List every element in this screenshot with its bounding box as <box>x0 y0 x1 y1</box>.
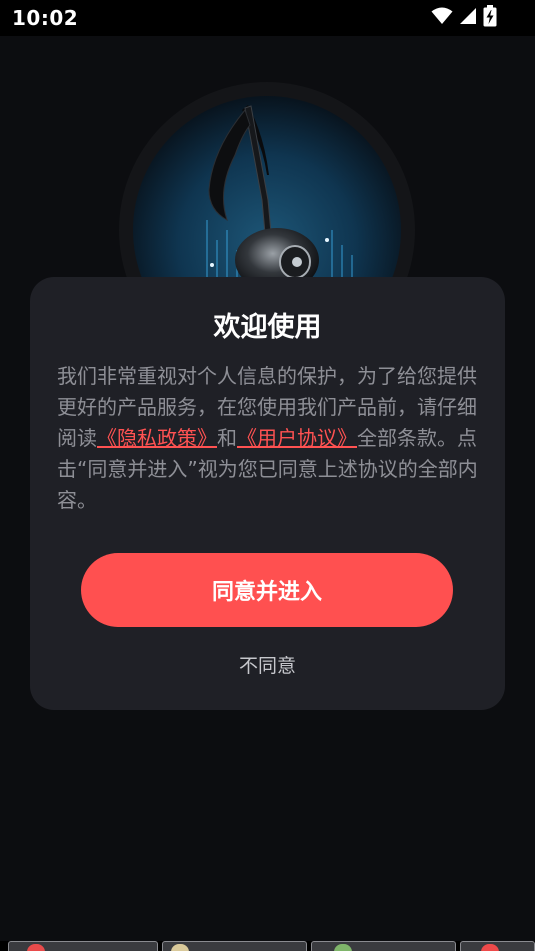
status-icons <box>431 5 497 31</box>
recent-app-thumbnail[interactable] <box>162 941 307 951</box>
app-icon <box>27 944 45 951</box>
disagree-button[interactable]: 不同意 <box>30 651 505 678</box>
recent-app-thumbnail[interactable] <box>460 941 535 951</box>
app-icon <box>334 944 352 951</box>
recent-apps-strip <box>0 941 535 951</box>
dialog-title: 欢迎使用 <box>213 312 322 343</box>
recent-app-thumbnail[interactable] <box>8 941 158 951</box>
app-icon <box>481 944 499 951</box>
wifi-icon <box>431 7 453 29</box>
agree-and-enter-button[interactable]: 同意并进入 <box>81 553 453 627</box>
status-time: 10:02 <box>12 6 79 30</box>
privacy-policy-link[interactable]: 《隐私政策》 <box>97 426 217 450</box>
battery-charging-icon <box>483 5 497 31</box>
privacy-consent-dialog: 欢迎使用 我们非常重视对个人信息的保护，为了给您提供更好的产品服务，在您使用我们… <box>30 277 505 710</box>
recent-app-thumbnail[interactable] <box>311 941 456 951</box>
status-bar: 10:02 <box>0 0 535 36</box>
cell-signal-icon <box>459 7 477 29</box>
app-icon <box>171 944 189 951</box>
user-agreement-link[interactable]: 《用户协议》 <box>237 426 357 450</box>
body-text-and: 和 <box>217 426 237 450</box>
app-screen: 10:02 欢迎使用 我们非常重视对个人信息的保护，为了给您提供更好的产品服务，… <box>0 0 535 951</box>
dialog-body: 我们非常重视对个人信息的保护，为了给您提供更好的产品服务，在您使用我们产品前，请… <box>57 361 482 516</box>
